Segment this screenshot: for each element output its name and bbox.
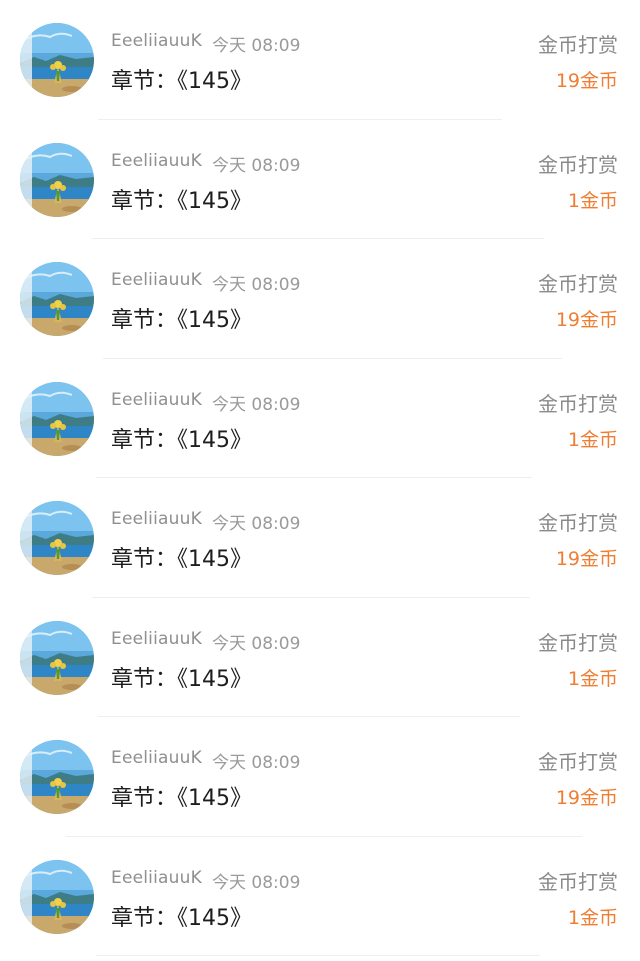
chapter-title: 章节：《145》 [111,308,252,333]
username[interactable]: EeeliiauuK [111,270,202,290]
avatar-image [20,501,94,575]
reward-type-label: 金币打赏 [538,152,618,177]
reward-list-item[interactable]: EeeliiauuK 今天 08:09 章节：《145》 金币打赏 19金币 [0,717,640,837]
avatar-image [20,381,94,456]
avatar-image [20,262,94,336]
chapter-title: 章节：《145》 [111,786,252,811]
divider [96,955,540,956]
avatar[interactable] [20,859,94,934]
username[interactable]: EeeliiauuK [111,31,202,51]
avatar-image [20,23,94,97]
avatar[interactable] [20,23,94,97]
avatar[interactable] [20,142,94,217]
reward-amount: 1金币 [567,189,618,212]
avatar[interactable] [20,620,94,695]
reward-type-label: 金币打赏 [538,869,618,894]
avatar-image [20,142,94,217]
timestamp: 今天 08:09 [212,753,301,773]
chapter-title: 章节：《145》 [111,427,252,453]
reward-list-item[interactable]: EeeliiauuK 今天 08:09 章节：《145》 金币打赏 19金币 [0,239,640,359]
timestamp: 今天 08:09 [212,275,301,295]
avatar[interactable] [20,381,94,456]
reward-amount: 19金币 [555,309,618,331]
chapter-title: 章节：《145》 [111,666,252,692]
chapter-title: 章节：《145》 [111,905,252,931]
reward-list-item[interactable]: EeeliiauuK 今天 08:09 章节：《145》 金币打赏 1金币 [0,120,640,239]
reward-list-item[interactable]: EeeliiauuK 今天 08:09 章节：《145》 金币打赏 19金币 [0,0,640,120]
avatar[interactable] [20,262,94,336]
timestamp: 今天 08:09 [212,514,301,534]
timestamp: 今天 08:09 [212,155,301,176]
username[interactable]: EeeliiauuK [111,748,202,768]
reward-type-label: 金币打赏 [538,750,618,774]
reward-amount: 19金币 [555,787,618,809]
reward-type-label: 金币打赏 [538,630,618,655]
avatar-image [20,740,94,814]
avatar[interactable] [20,740,94,814]
reward-type-label: 金币打赏 [538,511,618,535]
timestamp: 今天 08:09 [212,872,301,893]
chapter-title: 章节：《145》 [111,69,252,94]
reward-list-item[interactable]: EeeliiauuK 今天 08:09 章节：《145》 金币打赏 19金币 [0,478,640,598]
username[interactable]: EeeliiauuK [111,509,202,529]
reward-amount: 1金币 [567,906,618,929]
chapter-title: 章节：《145》 [111,547,252,572]
timestamp: 今天 08:09 [212,633,301,654]
username[interactable]: EeeliiauuK [111,629,202,649]
reward-list-item[interactable]: EeeliiauuK 今天 08:09 章节：《145》 金币打赏 1金币 [0,837,640,956]
reward-list-item[interactable]: EeeliiauuK 今天 08:09 章节：《145》 金币打赏 1金币 [0,598,640,717]
username[interactable]: EeeliiauuK [111,390,202,410]
avatar-image [20,859,94,934]
timestamp: 今天 08:09 [212,394,301,415]
chapter-title: 章节：《145》 [111,188,252,214]
username[interactable]: EeeliiauuK [111,868,202,888]
reward-list-item[interactable]: EeeliiauuK 今天 08:09 章节：《145》 金币打赏 1金币 [0,359,640,478]
username[interactable]: EeeliiauuK [111,151,202,171]
reward-amount: 1金币 [567,428,618,451]
reward-type-label: 金币打赏 [538,33,618,57]
reward-type-label: 金币打赏 [538,391,618,416]
avatar[interactable] [20,501,94,575]
timestamp: 今天 08:09 [212,36,301,56]
reward-amount: 19金币 [555,548,618,570]
reward-amount: 19金币 [555,70,618,92]
avatar-image [20,620,94,695]
reward-type-label: 金币打赏 [538,272,618,296]
reward-amount: 1金币 [567,667,618,690]
reward-record-list: EeeliiauuK 今天 08:09 章节：《145》 金币打赏 19金币 E… [0,0,640,956]
